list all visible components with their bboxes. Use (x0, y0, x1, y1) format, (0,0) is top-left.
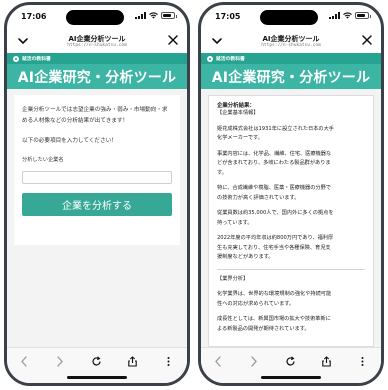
result-line: 2022年度の平均年収は約800万円であり、福利厚 (217, 235, 334, 241)
heading-band: AI企業研究・分析ツール (201, 64, 381, 89)
browser-toolbar (201, 347, 381, 383)
tool-heading: AI企業研究・分析ツール (17, 69, 177, 86)
phone-result-screen: 17:05 AI企業分析ツール https://n-shukatsu.com 就… (198, 2, 384, 386)
content-area: 企業分析ツールでは志望企業の強み・弱み・市場動向・求める人材像などの分析結果が出… (7, 89, 187, 347)
section-divider (217, 268, 365, 270)
page-url: https://n-shukatsu.com (67, 43, 127, 48)
battery-icon (355, 12, 371, 19)
browser-toolbar (7, 347, 187, 383)
result-line: 従業員数は約35,000人で、国内外に多くの拠点を (217, 210, 334, 216)
result-line: 姫花成株式会社は1931年に設立された日本の大手 (217, 125, 334, 132)
wifi-icon (149, 12, 158, 19)
signal-icon (329, 12, 340, 19)
status-time: 17:05 (215, 12, 241, 21)
more-icon[interactable] (357, 356, 368, 367)
brand-bar: 就活の教科書 (201, 53, 381, 64)
more-icon[interactable] (163, 356, 174, 367)
result-line: の技術力が高く評価されています。 (217, 194, 300, 201)
brand-logo-icon (13, 55, 19, 62)
close-icon[interactable] (167, 34, 179, 46)
result-line: す。 (217, 169, 227, 176)
dynamic-island (66, 10, 124, 25)
result-line: 事業内容には、化学品、繊維、住宅、医療機器な (217, 150, 332, 157)
brand-logo-icon (207, 55, 213, 62)
battery-icon (161, 12, 177, 19)
result-line: 援制度などがあります。 (217, 254, 274, 260)
share-icon[interactable] (321, 356, 332, 367)
brand-name[interactable]: 就活の教科書 (22, 55, 51, 62)
dynamic-island (260, 10, 318, 25)
company-field-label: 分析したい企業名 (22, 157, 64, 163)
page-url: https://n-shukatsu.com (261, 43, 321, 48)
reload-icon[interactable] (285, 356, 296, 367)
status-bar: 17:06 (7, 5, 187, 33)
result-line: 化学業界は、世界的な環境規制の強化や持続可能 (217, 291, 332, 297)
status-icons (135, 12, 177, 19)
wifi-icon (343, 12, 352, 19)
intro-text: 企業分析ツールでは志望企業の強み・弱み・市場動向・求める人材像などの分析結果が出… (22, 107, 168, 124)
result-line: 生も充実しており、住宅手当や各種保険、育児支 (217, 244, 331, 251)
browser-header: AI企業分析ツール https://n-shukatsu.com (7, 33, 187, 53)
result-line: 持っています。 (217, 219, 253, 226)
result-line: どが含まれており、多岐にわたる製品群がありま (217, 160, 331, 166)
result-card[interactable]: 企業分析結果： 【企業基本情報】 姫花成株式会社は1931年に設立された日本の大… (208, 95, 374, 347)
share-icon[interactable] (127, 356, 138, 367)
result-line: 性への対応が求められています。 (217, 300, 295, 307)
brand-name[interactable]: 就活の教科書 (216, 55, 245, 62)
status-bar: 17:05 (201, 5, 381, 33)
section-heading-company-info: 【企業基本情報】 (217, 110, 259, 116)
close-icon[interactable] (361, 34, 373, 46)
result-line: 特に、合成繊維や樹脂、医薬・医療機器の分野で (217, 185, 331, 191)
status-time: 17:06 (21, 12, 47, 21)
back-icon[interactable] (213, 356, 224, 367)
form-card: 企業分析ツールでは志望企業の強み・弱み・市場動向・求める人材像などの分析結果が出… (14, 95, 180, 245)
content-area: 企業分析結果： 【企業基本情報】 姫花成株式会社は1931年に設立された日本の大… (201, 89, 381, 347)
status-icons (329, 12, 371, 19)
reload-icon[interactable] (91, 356, 102, 367)
phone-form-screen: 17:06 AI企業分析ツール https://n-shukatsu.com 就… (4, 2, 190, 386)
home-indicator (261, 376, 321, 379)
forward-icon[interactable] (248, 356, 259, 367)
browser-header: AI企業分析ツール https://n-shukatsu.com (201, 33, 381, 53)
result-line: 化学メーカーです。 (217, 135, 263, 141)
tool-heading: AI企業研究・分析ツール (211, 69, 371, 86)
analyze-button[interactable]: 企業を分析する (22, 192, 172, 216)
signal-icon (135, 12, 146, 19)
result-line: 成長性としては、新興国市場の拡大や技術革新に (217, 316, 331, 322)
prompt-text: 以下の必要項目を入力してください！ (22, 138, 117, 144)
home-indicator (67, 376, 127, 379)
forward-icon[interactable] (54, 356, 65, 367)
section-heading-industry: 【業界分析】 (217, 275, 249, 282)
back-icon[interactable] (19, 356, 30, 367)
heading-band: AI企業研究・分析ツール (7, 64, 187, 89)
result-title: 企業分析結果： (217, 103, 255, 109)
result-line: よる新製品の開発が期待されています。 (217, 325, 310, 332)
brand-bar: 就活の教科書 (7, 53, 187, 64)
company-name-input[interactable] (22, 170, 172, 184)
